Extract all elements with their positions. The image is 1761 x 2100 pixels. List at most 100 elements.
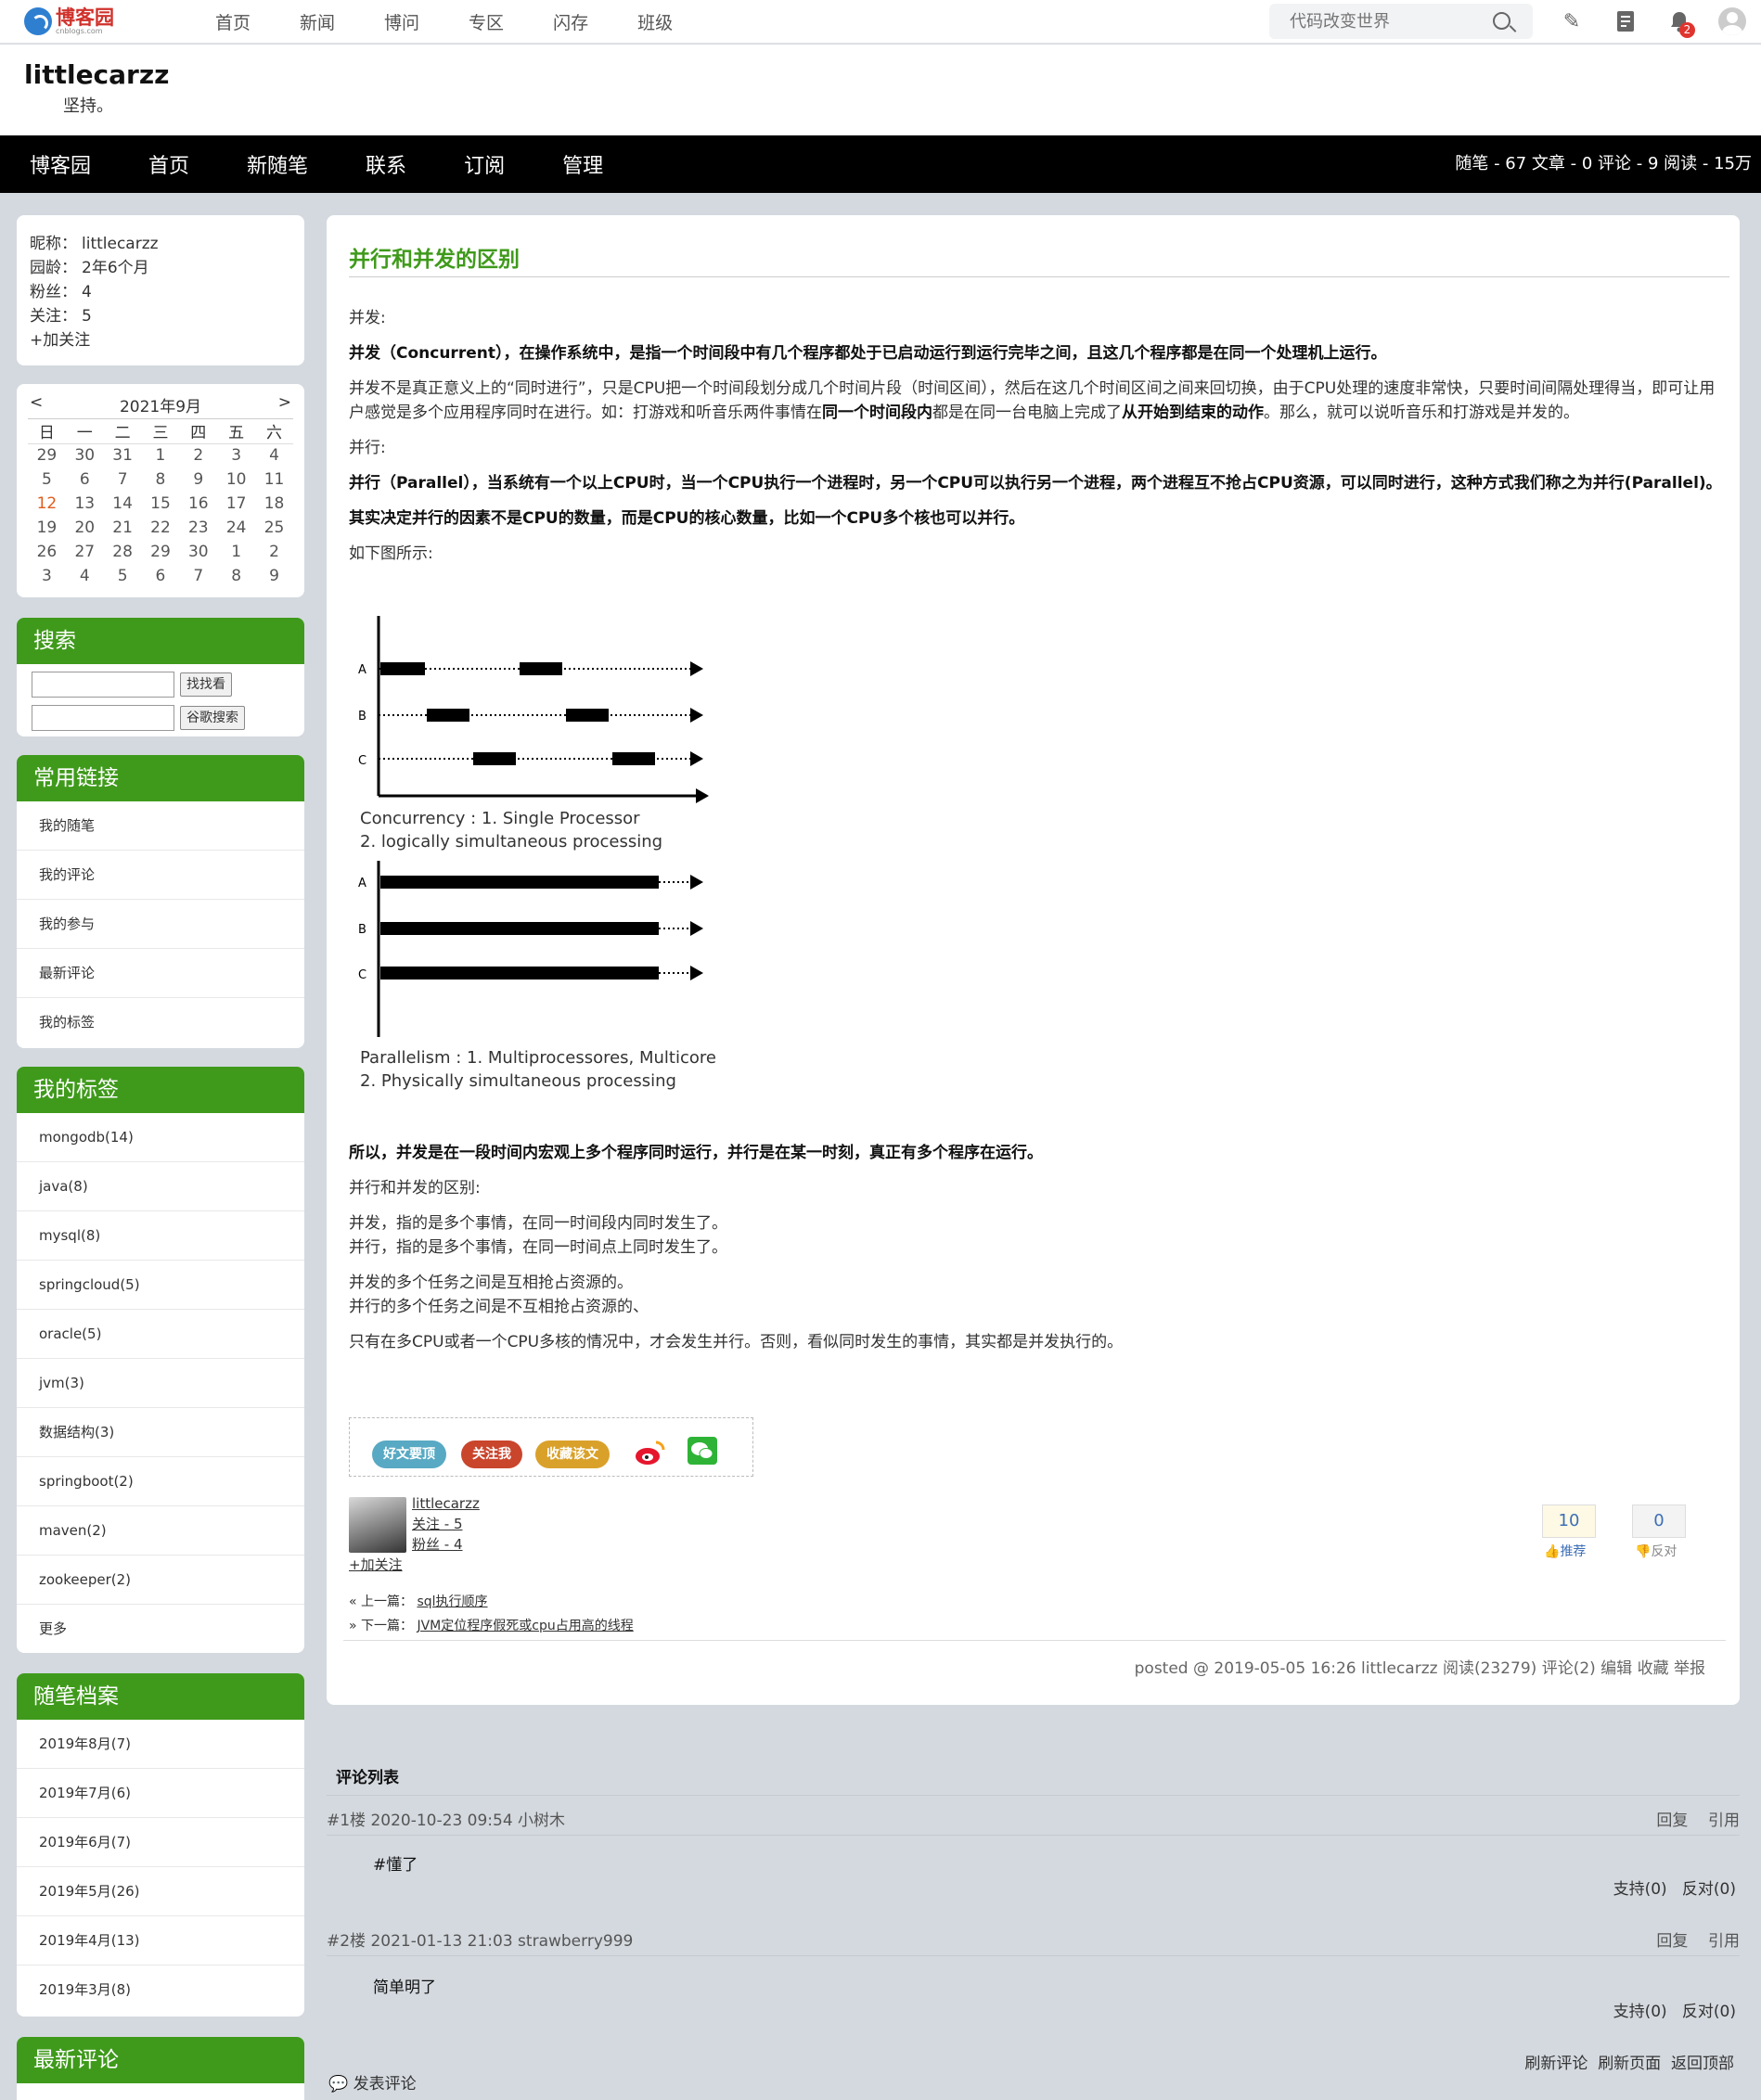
comment-meta[interactable]: #1楼 2020-10-23 09:54 小树木 [327,1807,565,1830]
bury-button[interactable]: 👎反对 [1635,1542,1677,1560]
tag-item[interactable]: mysql(8) [17,1211,304,1261]
calendar-day[interactable]: 4 [255,443,293,467]
oppose-link[interactable]: 反对(0) [1682,2003,1736,2021]
calendar-day[interactable]: 23 [179,516,217,540]
follow-button[interactable]: 关注我 [461,1441,522,1468]
top-nav-class[interactable]: 班级 [637,9,673,34]
top-nav-news[interactable]: 新闻 [300,9,335,34]
archive-item[interactable]: 2019年3月(8) [17,1966,304,2015]
search-icon[interactable] [1493,12,1510,30]
tag-item[interactable]: java(8) [17,1162,304,1211]
calendar-day[interactable]: 1 [217,540,255,564]
link-my-comments[interactable]: 我的评论 [17,851,304,900]
weibo-icon[interactable] [634,1437,667,1473]
digg-count[interactable]: 10 [1542,1505,1596,1538]
tag-item[interactable]: 数据结构(3) [17,1408,304,1457]
calendar-next[interactable]: > [278,393,291,416]
author-avatar[interactable] [349,1497,406,1553]
cnblogs-logo[interactable]: 博客园 cnblogs.com [24,6,114,37]
calendar-day[interactable]: 22 [142,516,180,540]
site-search-button[interactable]: 找找看 [180,672,232,697]
calendar-day[interactable]: 2 [179,443,217,467]
add-follow-link[interactable]: +加关注 [30,328,291,352]
calendar-day[interactable]: 5 [104,564,142,588]
calendar-day[interactable]: 14 [104,492,142,516]
digg-button[interactable]: 👍推荐 [1544,1542,1586,1560]
nav-home[interactable]: 首页 [148,149,189,179]
calendar-day[interactable]: 25 [255,516,293,540]
recommend-button[interactable]: 好文要顶 [372,1441,446,1468]
google-search-button[interactable]: 谷歌搜索 [180,706,245,730]
support-link[interactable]: 支持(0) [1613,2003,1667,2021]
calendar-day[interactable]: 24 [217,516,255,540]
top-nav-qa[interactable]: 博问 [384,9,419,34]
age[interactable]: 2年6个月 [82,259,149,277]
calendar-day[interactable]: 27 [66,540,104,564]
calendar-day[interactable]: 20 [66,516,104,540]
calendar-day[interactable]: 18 [255,492,293,516]
next-post-link[interactable]: JVM定位程序假死或cpu占用高的线程 [417,1619,633,1633]
fans[interactable]: 4 [82,283,92,301]
site-search-input[interactable] [32,672,174,698]
nav-subscribe[interactable]: 订阅 [464,149,505,179]
link-my-posts[interactable]: 我的随笔 [17,801,304,851]
calendar-day[interactable]: 30 [179,540,217,564]
reply-link[interactable]: 回复 [1656,1812,1688,1830]
calendar-day[interactable]: 31 [104,443,142,467]
top-nav-ing[interactable]: 闪存 [553,9,588,34]
tag-item[interactable]: jvm(3) [17,1359,304,1408]
tags-more[interactable]: 更多 [17,1605,304,1653]
calendar-day[interactable]: 3 [28,564,66,588]
calendar-day[interactable]: 1 [142,443,180,467]
calendar-day[interactable]: 4 [66,564,104,588]
post-title[interactable]: 并行和并发的区别 [349,241,520,273]
calendar-day[interactable]: 15 [142,492,180,516]
calendar-day[interactable]: 28 [104,540,142,564]
top-nav-home[interactable]: 首页 [215,9,251,34]
calendar-day[interactable]: 26 [28,540,66,564]
calendar-day[interactable]: 16 [179,492,217,516]
back-top-link[interactable]: 返回顶部 [1671,2055,1734,2073]
calendar-day[interactable]: 9 [255,564,293,588]
top-nav-zone[interactable]: 专区 [469,9,504,34]
calendar-day[interactable]: 19 [28,516,66,540]
calendar-day[interactable]: 7 [104,467,142,492]
link-latest-comments[interactable]: 最新评论 [17,949,304,998]
nav-new-post[interactable]: 新随笔 [247,149,308,179]
oppose-link[interactable]: 反对(0) [1682,1880,1736,1899]
calendar-prev[interactable]: < [30,393,43,416]
tag-item[interactable]: springboot(2) [17,1457,304,1506]
calendar-day[interactable]: 7 [179,564,217,588]
refresh-page-link[interactable]: 刷新页面 [1598,2055,1661,2073]
archive-item[interactable]: 2019年4月(13) [17,1916,304,1966]
post-comment-link[interactable]: 💬 发表评论 [328,2070,417,2094]
quote-link[interactable]: 引用 [1708,1812,1740,1830]
support-link[interactable]: 支持(0) [1613,1880,1667,1899]
user-avatar[interactable] [1718,7,1746,35]
calendar-day[interactable]: 5 [28,467,66,492]
document-icon[interactable] [1613,8,1639,34]
prev-post-link[interactable]: sql执行顺序 [417,1594,487,1609]
calendar-day[interactable]: 6 [66,467,104,492]
calendar-day[interactable]: 6 [142,564,180,588]
refresh-comments-link[interactable]: 刷新评论 [1524,2055,1587,2073]
archive-item[interactable]: 2019年6月(7) [17,1818,304,1867]
calendar-day[interactable]: 29 [142,540,180,564]
top-search-input[interactable] [1290,4,1494,39]
follow[interactable]: 5 [82,307,92,326]
calendar-day[interactable]: 8 [142,467,180,492]
comment-meta[interactable]: #2楼 2021-01-13 21:03 strawberry999 [327,1927,633,1951]
link-my-participation[interactable]: 我的参与 [17,900,304,949]
calendar-day[interactable]: 29 [28,443,66,467]
blog-title[interactable]: littlecarzz [24,59,169,90]
tag-item[interactable]: mongodb(14) [17,1113,304,1162]
author-name[interactable]: littlecarzz [412,1493,480,1514]
tag-item[interactable]: oracle(5) [17,1310,304,1359]
reply-link[interactable]: 回复 [1656,1932,1688,1951]
nav-contact[interactable]: 联系 [366,149,406,179]
author-add-follow[interactable]: +加关注 [349,1555,403,1575]
tag-item[interactable]: zookeeper(2) [17,1556,304,1605]
quote-link[interactable]: 引用 [1708,1932,1740,1951]
calendar-day[interactable]: 17 [217,492,255,516]
collect-button[interactable]: 收藏该文 [535,1441,610,1468]
